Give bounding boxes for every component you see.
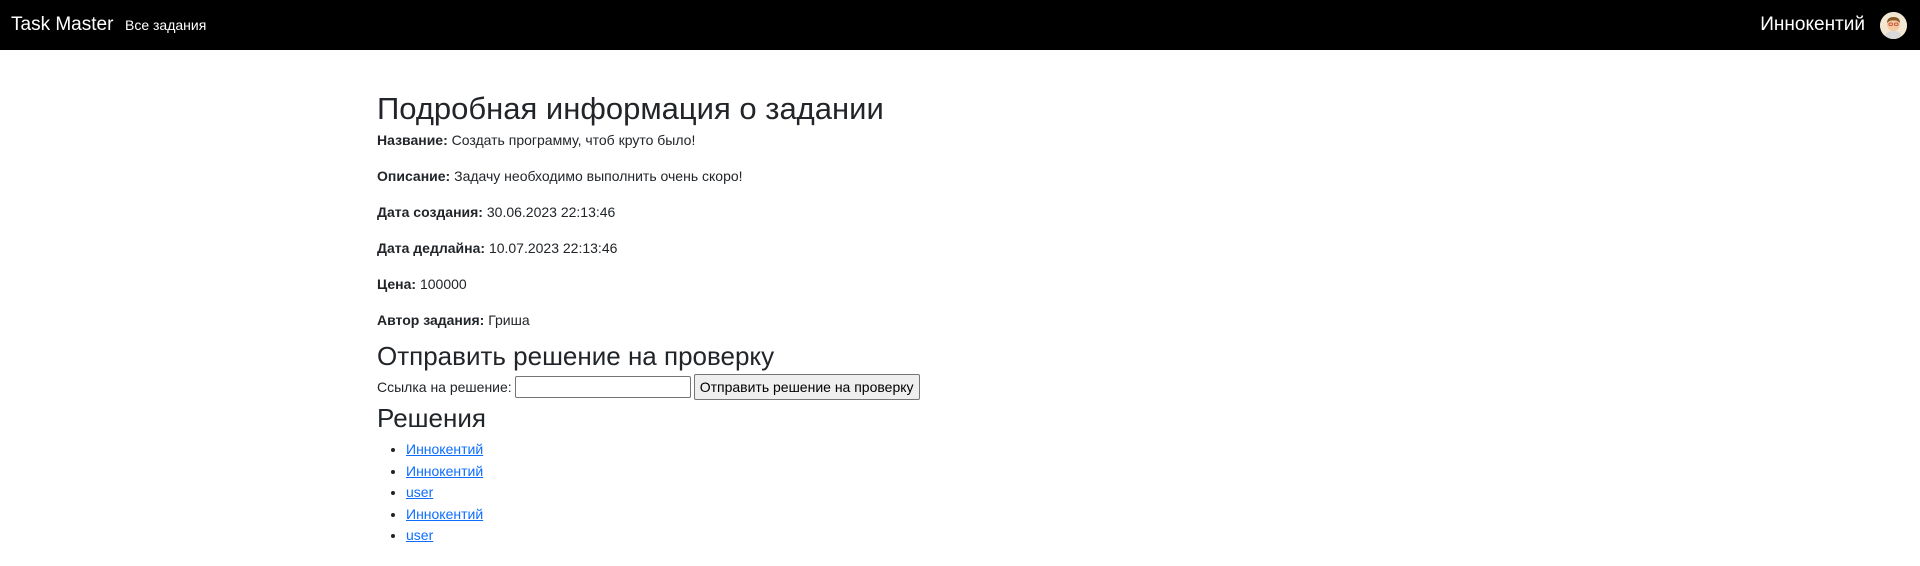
task-price-row: Цена: 100000 [377, 274, 1477, 294]
solutions-heading: Решения [377, 403, 486, 433]
field-label: Автор задания: [377, 312, 485, 328]
nav-link-all-tasks[interactable]: Все задания [125, 16, 206, 34]
solution-link[interactable]: Иннокентий [406, 506, 483, 522]
task-created-row: Дата создания: 30.06.2023 22:13:46 [377, 202, 1477, 222]
task-author-value: Гриша [488, 312, 530, 328]
task-description-value: Задачу необходимо выполнить очень скоро! [454, 168, 743, 184]
task-name-row: Название: Создать программу, чтоб круто … [377, 130, 1477, 150]
task-price-value: 100000 [419, 276, 467, 292]
field-label: Дата дедлайна: [377, 240, 486, 256]
solution-link-label: Ссылка на решение: [377, 379, 512, 395]
task-created-value: 30.06.2023 22:13:46 [486, 204, 616, 220]
list-item: user [406, 482, 1477, 504]
list-item: Иннокентий [406, 439, 1477, 461]
solutions-list: Иннокентий Иннокентий user Иннокентий us… [377, 439, 1477, 547]
task-deadline-value: 10.07.2023 22:13:46 [488, 240, 618, 256]
top-navbar: Task Master Все задания Иннокентий [0, 0, 1920, 50]
list-item: Иннокентий [406, 461, 1477, 483]
task-name-value: Создать программу, чтоб круто было! [451, 132, 696, 148]
list-item: Иннокентий [406, 504, 1477, 526]
submit-form: Ссылка на решение: Отправить решение на … [377, 373, 1477, 401]
user-name[interactable]: Иннокентий [1760, 13, 1865, 37]
solution-link[interactable]: user [406, 527, 433, 543]
field-label: Цена: [377, 276, 417, 292]
task-details: Подробная информация о задании Название:… [377, 88, 1477, 547]
user-avatar-icon [1880, 12, 1907, 39]
list-item: user [406, 525, 1477, 547]
submit-solution-button[interactable]: Отправить решение на проверку [693, 374, 920, 400]
task-author-row: Автор задания: Гриша [377, 310, 1477, 330]
task-description-row: Описание: Задачу необходимо выполнить оч… [377, 166, 1477, 186]
field-label: Дата создания: [377, 204, 483, 220]
solution-link[interactable]: user [406, 484, 433, 500]
task-deadline-row: Дата дедлайна: 10.07.2023 22:13:46 [377, 238, 1477, 258]
page-title: Подробная информация о задании [377, 91, 884, 126]
brand-link[interactable]: Task Master [11, 13, 113, 37]
solution-link-input[interactable] [514, 376, 691, 398]
solution-link[interactable]: Иннокентий [406, 463, 483, 479]
submit-heading: Отправить решение на проверку [377, 341, 775, 371]
solution-link[interactable]: Иннокентий [406, 441, 483, 457]
field-label: Название: [377, 132, 448, 148]
avatar[interactable] [1880, 12, 1907, 39]
field-label: Описание: [377, 168, 451, 184]
